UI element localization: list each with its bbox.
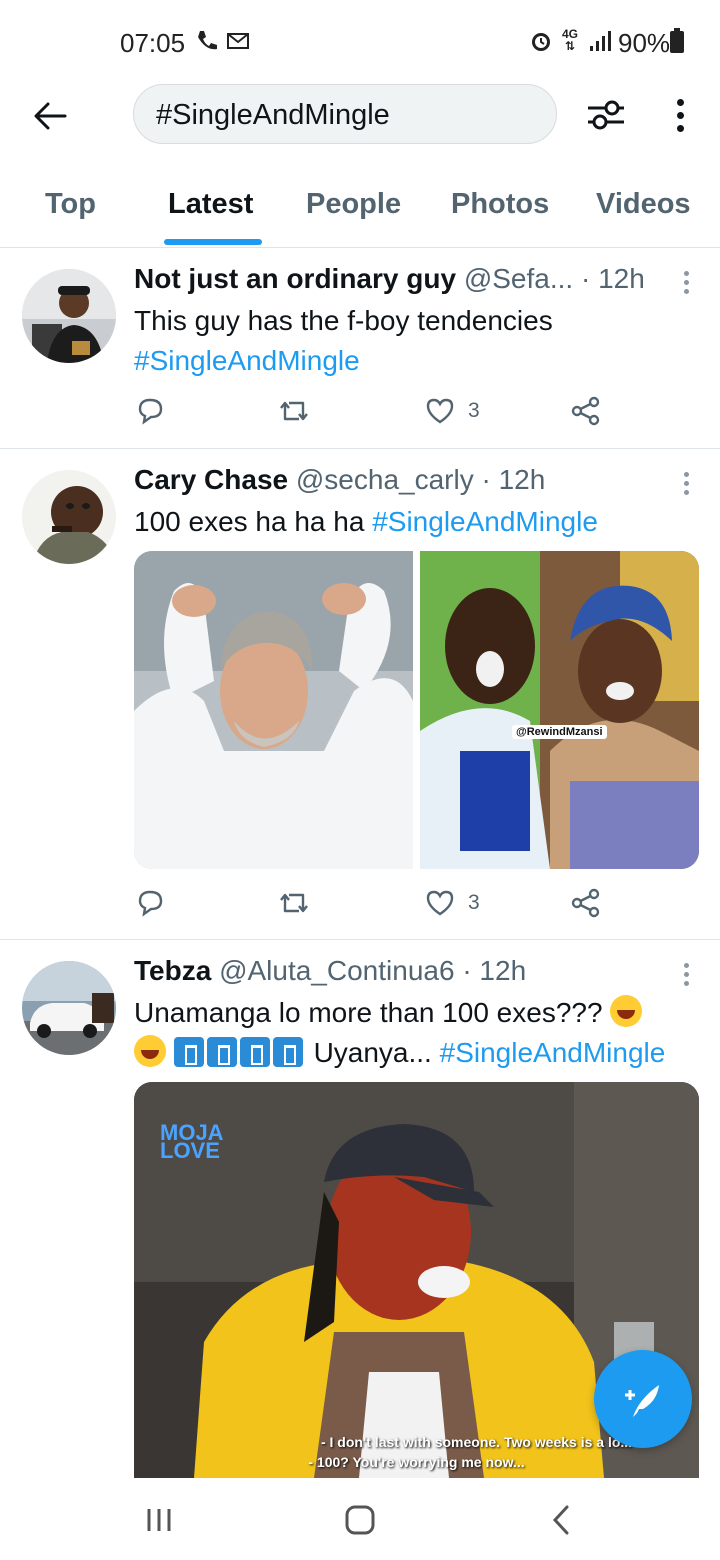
avatar[interactable]	[22, 961, 116, 1055]
tab-latest[interactable]: Latest	[168, 188, 253, 221]
battery-percent: 90%	[618, 28, 671, 58]
litter-bin-emoji-icon	[272, 1037, 303, 1067]
heart-icon	[426, 398, 454, 424]
retweet-button[interactable]	[277, 391, 311, 431]
back-arrow-icon	[34, 102, 67, 130]
tweet-actions: 3	[134, 391, 614, 431]
home-button[interactable]	[335, 1498, 385, 1542]
share-button[interactable]	[570, 883, 602, 923]
tweet-text: This guy has the f-boy tendencies #Singl…	[134, 301, 704, 381]
like-button[interactable]: 3	[424, 883, 480, 923]
tab-top[interactable]: Top	[45, 188, 96, 221]
tweet-text: Unamanga lo more than 100 exes??? Uyanya…	[134, 995, 666, 1068]
recent-apps-button[interactable]	[134, 1498, 184, 1542]
retweet-icon	[280, 401, 308, 421]
status-time: 07:05	[120, 28, 186, 58]
tweet-author-name[interactable]: Cary Chase	[134, 464, 288, 495]
reply-button[interactable]	[134, 391, 166, 431]
search-header: #SingleAndMingle	[0, 84, 720, 156]
reply-button[interactable]	[134, 883, 166, 923]
recent-apps-icon	[147, 1509, 171, 1531]
reply-icon	[138, 398, 163, 425]
chevron-left-icon	[552, 1505, 569, 1535]
share-button[interactable]	[570, 391, 602, 431]
tab-people[interactable]: People	[306, 188, 401, 221]
tweet-author-handle[interactable]: @Aluta_Continua6	[219, 955, 454, 986]
alarm-icon	[528, 28, 554, 54]
litter-bin-emoji-icon	[206, 1037, 237, 1067]
tweet-image-2[interactable]: @RewindMzansi	[420, 551, 699, 869]
tweet-more-button[interactable]	[676, 472, 696, 500]
tweet-more-button[interactable]	[676, 963, 696, 991]
tweet-more-button[interactable]	[676, 271, 696, 299]
tweet-header: Not just an ordinary guy @Sefa... · 12h	[134, 263, 674, 295]
tweet-media[interactable]: @RewindMzansi	[134, 551, 699, 869]
hashtag-link[interactable]: #SingleAndMingle	[134, 341, 704, 381]
status-bar: 07:05 4G ⇅ 90%	[0, 0, 720, 84]
more-options-button[interactable]	[664, 92, 696, 138]
search-query: #SingleAndMingle	[156, 99, 390, 131]
network-label: 4G ⇅	[562, 27, 579, 53]
litter-bin-emoji-icon	[239, 1037, 270, 1067]
laughing-emoji-icon	[610, 995, 643, 1027]
tweet-author-name[interactable]: Not just an ordinary guy	[134, 263, 456, 294]
retweet-button[interactable]	[277, 883, 311, 923]
hashtag-link[interactable]: #SingleAndMingle	[372, 506, 598, 537]
tweet-author-handle[interactable]: @Sefa...	[464, 263, 573, 294]
search-input[interactable]: #SingleAndMingle	[133, 84, 557, 144]
like-count: 3	[468, 891, 480, 914]
share-icon	[571, 396, 600, 426]
more-vertical-icon	[676, 98, 684, 106]
tab-photos[interactable]: Photos	[451, 188, 549, 221]
avatar[interactable]	[22, 470, 116, 564]
system-navigation-bar	[0, 1478, 720, 1560]
tweet-author-handle[interactable]: @secha_carly	[296, 464, 474, 495]
share-icon	[571, 888, 600, 918]
tweet-header: Tebza @Aluta_Continua6 · 12h	[134, 955, 674, 987]
hashtag-link[interactable]: #SingleAndMingle	[440, 1037, 666, 1068]
tweet-text: 100 exes ha ha ha #SingleAndMingle	[134, 506, 598, 537]
tweet-time: · 12h	[481, 464, 546, 495]
tweet-actions: 3	[134, 883, 614, 923]
heart-icon	[426, 890, 454, 916]
back-button[interactable]	[28, 94, 72, 138]
reply-icon	[138, 890, 163, 917]
laughing-emoji-icon	[134, 1035, 166, 1067]
tweet-time: · 12h	[580, 263, 645, 294]
filter-sliders-icon	[588, 100, 624, 130]
back-nav-button[interactable]	[536, 1498, 586, 1542]
home-icon	[345, 1505, 375, 1535]
tweet[interactable]: Not just an ordinary guy @Sefa... · 12h …	[0, 249, 720, 449]
tweet-header: Cary Chase @secha_carly · 12h	[134, 464, 674, 496]
message-icon	[226, 28, 252, 54]
battery-icon	[670, 28, 684, 53]
like-count: 3	[468, 399, 480, 422]
filter-button[interactable]	[584, 92, 630, 138]
retweet-icon	[280, 893, 308, 913]
tweet-author-name[interactable]: Tebza	[134, 955, 211, 986]
image-watermark: @RewindMzansi	[512, 725, 607, 739]
search-tabs: Top Latest People Photos Videos	[0, 180, 720, 248]
signal-icon	[588, 28, 612, 54]
wifi-call-icon	[194, 28, 220, 54]
tv-channel-logo: MOJA LOVE	[160, 1120, 224, 1163]
compose-feather-icon	[625, 1385, 659, 1417]
tweet[interactable]: Cary Chase @secha_carly · 12h 100 exes h…	[0, 450, 720, 940]
tab-videos[interactable]: Videos	[596, 188, 691, 221]
active-tab-indicator	[164, 239, 262, 245]
avatar[interactable]	[22, 269, 116, 363]
tweet-time: · 12h	[462, 955, 527, 986]
compose-tweet-button[interactable]	[594, 1350, 692, 1448]
litter-bin-emoji-icon	[173, 1037, 204, 1067]
like-button[interactable]: 3	[424, 391, 480, 431]
tweet-image-1[interactable]	[134, 551, 413, 869]
